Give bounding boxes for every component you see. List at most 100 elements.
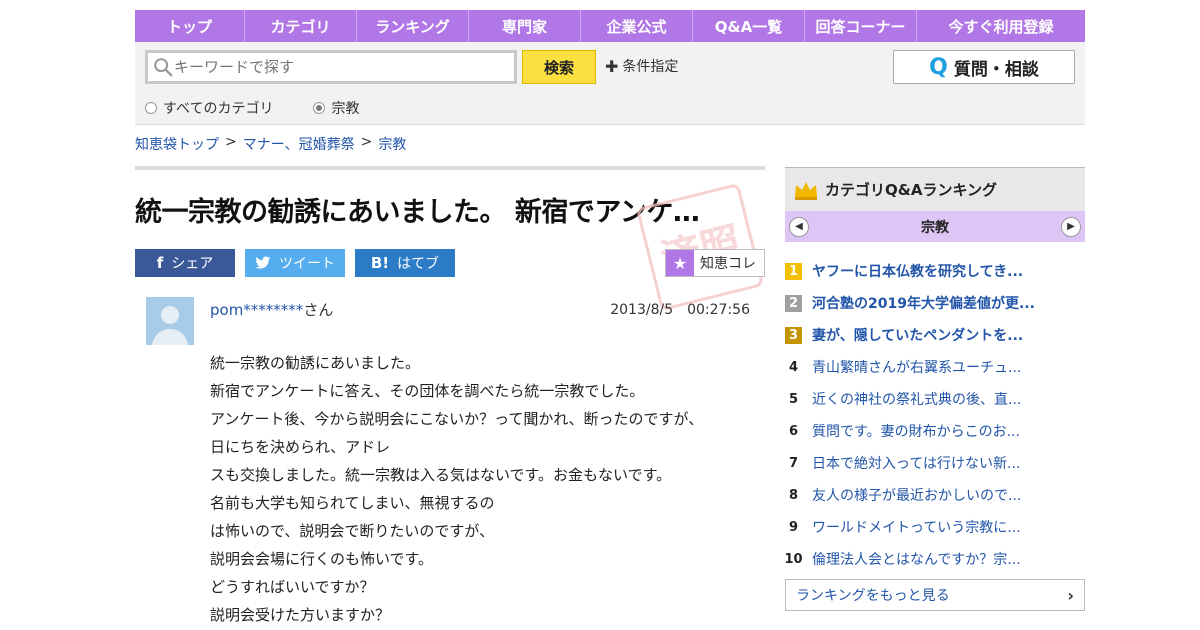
facebook-share-button[interactable]: f シェア xyxy=(135,249,235,277)
ranking-link[interactable]: 日本で絶対入っては行けない新... xyxy=(812,453,1020,473)
body-line: 統一宗教の勧誘にあいました。 xyxy=(210,354,421,372)
twitter-icon xyxy=(255,256,271,269)
ranking-link[interactable]: 質問です。妻の財布からこのお... xyxy=(812,421,1020,441)
list-item: 4 青山繁晴さんが右翼系ユーチュ... xyxy=(785,351,1085,383)
nav-ranking[interactable]: ランキング xyxy=(357,10,469,42)
body-line: 説明会受けた方いますか？ xyxy=(210,606,391,624)
chevron-right-icon: › xyxy=(1067,585,1074,605)
avatar[interactable] xyxy=(146,297,194,345)
search-box xyxy=(145,50,517,84)
list-item: 9 ワールドメイトっていう宗教に... xyxy=(785,511,1085,543)
radio-all-categories[interactable]: すべてのカテゴリ xyxy=(145,98,273,118)
rank-number: 10 xyxy=(784,551,803,567)
ranking-link[interactable]: 友人の様子が最近おかしいので... xyxy=(812,485,1021,505)
rank-number: 9 xyxy=(788,519,799,535)
search-icon xyxy=(154,58,173,77)
question-body: 統一宗教の勧誘にあいました。 新宿でアンケートに答え、その団体を調べたら統一宗教… xyxy=(210,349,750,629)
chie-collection-label: 知恵コレ xyxy=(700,256,756,272)
list-item: 3 妻が、隠していたペンダントを... xyxy=(785,319,1085,351)
asker-link[interactable]: pom******** xyxy=(210,301,303,319)
crown-icon xyxy=(795,181,817,200)
breadcrumb-separator: > xyxy=(225,134,237,150)
breadcrumb-religion[interactable]: 宗教 xyxy=(378,134,406,154)
breadcrumb-top[interactable]: 知恵袋トップ xyxy=(135,134,219,154)
q-icon: Q xyxy=(929,54,948,80)
list-item: 7 日本で絶対入っては行けない新... xyxy=(785,447,1085,479)
hatena-label: はてブ xyxy=(397,256,440,272)
facebook-icon: f xyxy=(156,254,164,272)
hatena-bookmark-button[interactable]: B! はてブ xyxy=(355,249,455,277)
star-icon: ★ xyxy=(666,250,694,276)
list-item: 2 河合塾の2019年大学偏差値が更... xyxy=(785,287,1085,319)
rank-number: 8 xyxy=(788,487,799,503)
list-item: 8 友人の様子が最近おかしいので... xyxy=(785,479,1085,511)
list-item: 6 質問です。妻の財布からこのお... xyxy=(785,415,1085,447)
rank-number: 3 xyxy=(785,326,802,344)
global-nav: トップ カテゴリ ランキング 専門家 企業公式 Q&A一覧 回答コーナー 今すぐ… xyxy=(135,10,1085,42)
chie-collection-button[interactable]: ★ 知恵コレ xyxy=(665,249,765,277)
breadcrumb-separator: > xyxy=(360,134,373,150)
ranking-category-label: 宗教 xyxy=(921,219,949,236)
search-panel: 検索 ✚ 条件指定 Q 質問・相談 すべてのカテゴリ 宗教 xyxy=(135,42,1085,125)
search-input[interactable] xyxy=(174,58,504,76)
radio-current-category[interactable]: 宗教 xyxy=(313,98,359,118)
body-line: 説明会会場に行くのも怖いです。 xyxy=(210,550,434,568)
ranking-link[interactable]: 倫理法人会とはなんですか？宗... xyxy=(812,549,1021,569)
ranking-link[interactable]: 河合塾の2019年大学偏差値が更... xyxy=(812,293,1035,313)
next-category-icon[interactable]: ▶ xyxy=(1061,216,1081,237)
ranking-title: カテゴリQ&Aランキング xyxy=(825,181,997,199)
category-ranking: カテゴリQ&Aランキング ◀ 宗教 ▶ 1 ヤフーに日本仏教を研究してき... … xyxy=(784,167,1085,611)
rank-number: 4 xyxy=(788,359,799,375)
nav-corporate[interactable]: 企業公式 xyxy=(581,10,693,42)
user-silhouette-icon xyxy=(152,306,188,345)
more-ranking-button[interactable]: ランキングをもっと見る › xyxy=(785,579,1085,611)
prev-category-icon[interactable]: ◀ xyxy=(789,216,809,237)
ranking-link[interactable]: ヤフーに日本仏教を研究してき... xyxy=(812,261,1023,281)
nav-qa-list[interactable]: Q&A一覧 xyxy=(693,10,805,42)
list-item: 10 倫理法人会とはなんですか？宗... xyxy=(784,543,1085,575)
radio-label: すべてのカテゴリ xyxy=(163,101,274,117)
ranking-link[interactable]: ワールドメイトっていう宗教に... xyxy=(812,517,1021,537)
rank-number: 6 xyxy=(788,423,799,439)
radio-circle xyxy=(145,102,157,114)
rank-number: 5 xyxy=(788,391,799,407)
twitter-share-label: ツイート xyxy=(279,256,335,272)
hatena-icon: B! xyxy=(370,254,390,272)
search-button[interactable]: 検索 xyxy=(522,50,596,84)
ask-question-label: 質問・相談 xyxy=(953,59,1039,80)
twitter-share-button[interactable]: ツイート xyxy=(245,249,345,277)
rank-number: 1 xyxy=(785,262,802,280)
body-line: アンケート後、今から説明会にこないか？って聞かれ、断ったのですが、 xyxy=(210,410,704,428)
asker-name: pom********さん xyxy=(210,299,333,320)
rank-number: 2 xyxy=(785,294,802,312)
radio-label: 宗教 xyxy=(331,101,360,117)
breadcrumb-manners[interactable]: マナー、冠婚葬祭 xyxy=(243,134,355,154)
facebook-share-label: シェア xyxy=(171,256,214,272)
category-radios: すべてのカテゴリ 宗教 xyxy=(145,98,359,118)
nav-top[interactable]: トップ xyxy=(135,10,245,42)
divider xyxy=(135,166,765,170)
asker-suffix: さん xyxy=(303,301,334,319)
body-line: どうすればいいですか？ xyxy=(210,578,375,596)
breadcrumb: 知恵袋トップ > マナー、冠婚葬祭 > 宗教 xyxy=(135,134,1085,154)
nav-experts[interactable]: 専門家 xyxy=(469,10,581,42)
radio-circle-selected xyxy=(313,102,326,114)
nav-answer-corner[interactable]: 回答コーナー xyxy=(805,10,917,42)
ranking-link[interactable]: 近くの神社の祭礼式典の後、直... xyxy=(812,389,1021,409)
ranking-link[interactable]: 青山繁晴さんが右翼系ユーチュ... xyxy=(812,357,1021,377)
ask-question-button[interactable]: Q 質問・相談 xyxy=(893,50,1075,84)
list-item: 1 ヤフーに日本仏教を研究してき... xyxy=(785,255,1085,287)
nav-category[interactable]: カテゴリ xyxy=(245,10,357,42)
post-date: 2013/8/5 00:27:56 xyxy=(610,302,750,318)
ranking-link[interactable]: 妻が、隠していたペンダントを... xyxy=(812,325,1023,345)
body-line: 日にちを決められ、アドレ xyxy=(210,438,391,456)
list-item: 5 近くの神社の祭礼式典の後、直... xyxy=(785,383,1085,415)
more-ranking-label: ランキングをもっと見る xyxy=(796,588,950,604)
nav-register[interactable]: 今すぐ利用登録 xyxy=(917,10,1085,42)
ranking-category-switcher: ◀ 宗教 ▶ xyxy=(785,211,1085,242)
body-line: 名前も大学も知られてしまい、無視するの xyxy=(210,494,495,512)
condition-label: 条件指定 xyxy=(622,59,679,75)
condition-toggle[interactable]: ✚ 条件指定 xyxy=(605,56,678,76)
body-line: スも交換しました。統一宗教は入る気はないです。お金もないです。 xyxy=(210,466,672,484)
ranking-header: カテゴリQ&Aランキング xyxy=(785,167,1085,211)
